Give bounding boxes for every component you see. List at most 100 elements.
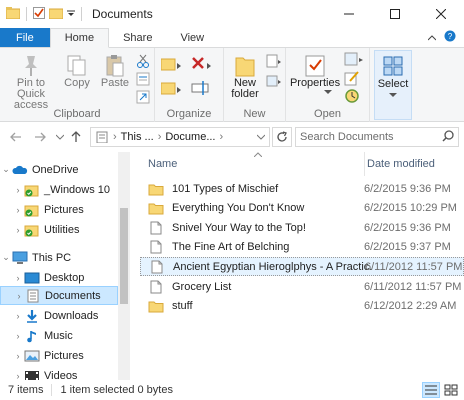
properties-button[interactable]: Properties: [290, 54, 340, 89]
chevron-down-icon: [56, 134, 64, 140]
search-input[interactable]: Search Documents: [300, 131, 394, 143]
file-row[interactable]: Grocery List 6/11/2012 11:57 PM: [140, 277, 464, 296]
new-item-icon[interactable]: [266, 54, 282, 71]
breadcrumb-separator-icon[interactable]: ›: [158, 131, 162, 143]
nav-item-pictures[interactable]: › Pictures: [0, 346, 118, 365]
chevron-right-icon[interactable]: ›: [12, 225, 24, 235]
explorer-icon: [5, 6, 21, 22]
address-box[interactable]: › This ... › Docume... ›: [90, 127, 270, 147]
nav-item-windows10[interactable]: › _Windows 10: [0, 180, 118, 199]
new-folder-qat-icon[interactable]: [48, 7, 64, 22]
nav-item-documents[interactable]: › Documents: [0, 286, 118, 305]
tab-share[interactable]: Share: [109, 28, 166, 47]
new-group-label: New: [243, 108, 266, 120]
chevron-right-icon[interactable]: ›: [12, 311, 24, 321]
onedrive-icon: [12, 163, 28, 177]
breadcrumb-separator-icon[interactable]: ›: [220, 131, 224, 143]
file-row[interactable]: The Fine Art of Belching 6/2/2015 9:37 PM: [140, 238, 464, 257]
nav-item-onedrive[interactable]: ⌄ OneDrive: [0, 160, 118, 179]
nav-item-this-pc[interactable]: ⌄ This PC: [0, 248, 118, 267]
file-row[interactable]: 101 Types of Mischief 6/2/2015 9:36 PM: [140, 179, 464, 198]
history-icon[interactable]: [344, 88, 360, 107]
chevron-right-icon[interactable]: ›: [12, 371, 24, 381]
large-icons-view-button[interactable]: [442, 382, 460, 398]
help-icon[interactable]: ?: [444, 30, 456, 45]
nav-item-desktop[interactable]: › Desktop: [0, 268, 118, 287]
select-label: Select: [377, 78, 409, 90]
tab-file[interactable]: File: [0, 28, 50, 47]
pin-quick-access-button[interactable]: Pin to Quick access: [4, 54, 58, 111]
move-to-icon[interactable]: [160, 56, 183, 75]
selection-info: 1 item selected 0 bytes: [60, 384, 173, 396]
pictures-icon: [24, 349, 40, 363]
paste-button[interactable]: Paste: [98, 54, 132, 89]
paste-shortcut-icon[interactable]: [136, 90, 150, 107]
copy-to-icon[interactable]: [160, 80, 183, 99]
rename-icon[interactable]: [191, 80, 213, 99]
forward-button[interactable]: [32, 129, 48, 145]
forward-arrow-icon: [35, 132, 46, 142]
music-note-icon: [24, 329, 40, 343]
nav-item-onedrive-pictures[interactable]: › Pictures: [0, 200, 118, 219]
chevron-right-icon[interactable]: ›: [12, 331, 24, 341]
close-button[interactable]: [418, 0, 464, 28]
scrollbar-thumb[interactable]: [120, 208, 128, 304]
nav-item-music[interactable]: › Music: [0, 326, 118, 345]
chevron-right-icon[interactable]: ›: [12, 185, 24, 195]
tab-view[interactable]: View: [166, 28, 218, 47]
maximize-button[interactable]: [372, 0, 418, 28]
up-button[interactable]: [68, 129, 84, 145]
chevron-right-icon[interactable]: ›: [12, 273, 24, 283]
nav-item-label: Pictures: [44, 349, 84, 362]
pin-label: Pin to Quick access: [13, 77, 49, 111]
nav-item-label: Videos: [44, 369, 78, 381]
nav-item-utilities[interactable]: › Utilities: [0, 220, 118, 239]
search-icon: [442, 129, 454, 145]
new-folder-button[interactable]: New folder: [226, 54, 264, 100]
chevron-right-icon[interactable]: ›: [12, 205, 24, 215]
details-view-icon: [425, 385, 437, 395]
cut-icon[interactable]: [136, 54, 150, 71]
copy-button[interactable]: Copy: [60, 54, 94, 89]
back-arrow-icon: [10, 132, 21, 142]
chevron-right-icon[interactable]: ›: [12, 351, 24, 361]
open-icon[interactable]: [344, 52, 366, 71]
customize-qat-icon[interactable]: [67, 8, 75, 21]
nav-item-label: Utilities: [44, 223, 80, 236]
nav-item-videos[interactable]: › Videos: [0, 366, 118, 380]
edit-icon[interactable]: [344, 70, 360, 89]
breadcrumb-this-pc[interactable]: This ...: [121, 131, 154, 143]
chevron-down-icon[interactable]: ⌄: [0, 164, 12, 175]
file-row[interactable]: Snivel Your Way to the Top! 6/2/2015 9:36…: [140, 218, 464, 237]
recent-locations-button[interactable]: [52, 129, 68, 145]
tab-home[interactable]: Home: [49, 28, 110, 48]
delete-icon[interactable]: [191, 56, 215, 75]
chevron-right-icon[interactable]: ›: [13, 291, 25, 301]
breadcrumb-documents[interactable]: Docume...: [165, 131, 215, 143]
select-button[interactable]: Select: [375, 55, 411, 98]
properties-dropdown-icon[interactable]: [324, 86, 332, 98]
details-view-button[interactable]: [422, 382, 440, 398]
copy-path-icon[interactable]: [136, 72, 150, 89]
column-header-name[interactable]: Name: [148, 152, 356, 176]
address-dropdown-icon[interactable]: [256, 131, 266, 143]
file-row[interactable]: stuff 6/12/2012 2:29 AM: [140, 297, 464, 316]
back-button[interactable]: [8, 129, 24, 145]
easy-access-icon[interactable]: [266, 74, 282, 91]
documents-icon: [25, 289, 41, 303]
refresh-button[interactable]: [272, 127, 292, 147]
collapse-ribbon-icon[interactable]: [427, 32, 437, 44]
file-row[interactable]: Everything You Don't Know 6/2/2015 10:29 …: [140, 199, 464, 218]
select-all-icon: [383, 56, 403, 76]
column-header-date[interactable]: Date modified: [364, 152, 464, 176]
nav-item-label: Documents: [45, 289, 101, 302]
search-box[interactable]: Search Documents: [295, 127, 459, 147]
breadcrumb-separator-icon[interactable]: ›: [113, 131, 117, 143]
nav-item-downloads[interactable]: › Downloads: [0, 306, 118, 325]
navigation-scrollbar[interactable]: [118, 152, 130, 380]
column-date-label: Date modified: [367, 158, 435, 170]
minimize-button[interactable]: [326, 0, 372, 28]
properties-qat-icon[interactable]: [33, 6, 45, 22]
file-row[interactable]: Ancient Egyptian Hieroglphys - A Practic…: [140, 257, 464, 277]
chevron-down-icon[interactable]: ⌄: [0, 252, 12, 263]
